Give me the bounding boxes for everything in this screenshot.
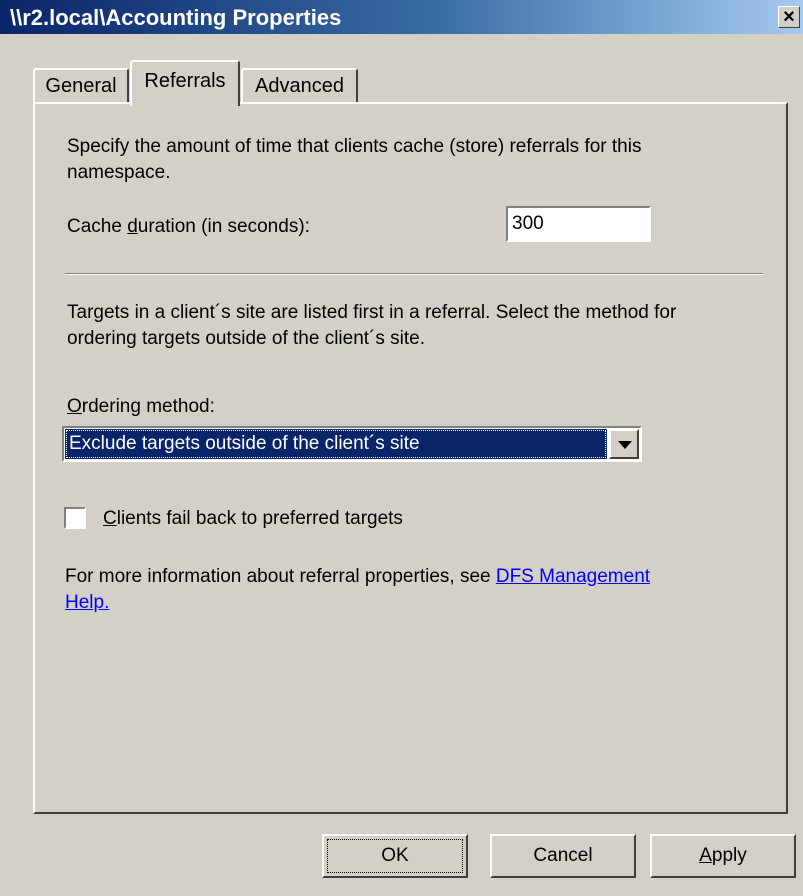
failback-checkbox[interactable]	[64, 507, 86, 529]
cancel-button[interactable]: Cancel	[490, 834, 636, 878]
cache-duration-label: Cache duration (in seconds):	[67, 216, 310, 237]
ordering-method-label: Ordering method:	[67, 396, 215, 417]
section-divider	[65, 273, 763, 275]
targets-description-line2: ordering targets outside of the client´s…	[67, 328, 426, 349]
close-button[interactable]: ×	[778, 6, 800, 28]
help-info-line1: For more information about referral prop…	[65, 564, 650, 590]
help-info-text: For more information about referral prop…	[65, 566, 496, 587]
tab-advanced[interactable]: Advanced	[241, 68, 358, 104]
close-icon: ×	[783, 6, 795, 28]
chevron-down-icon	[618, 441, 632, 449]
ordering-method-select[interactable]: Exclude targets outside of the client´s …	[62, 426, 642, 462]
dropdown-button[interactable]	[609, 429, 639, 459]
apply-button[interactable]: Apply	[650, 834, 796, 878]
failback-label[interactable]: Clients fail back to preferred targets	[103, 506, 403, 532]
cache-duration-input[interactable]	[506, 206, 651, 242]
targets-description-line1: Targets in a client´s site are listed fi…	[67, 302, 677, 323]
tab-referrals-label: Referrals	[144, 70, 226, 92]
cache-description-line1: Specify the amount of time that clients …	[67, 136, 642, 157]
ordering-method-selected-value: Exclude targets outside of the client´s …	[65, 429, 607, 459]
tab-referrals[interactable]: Referrals	[130, 60, 240, 106]
title-bar: \\r2.local\Accounting Properties ×	[0, 0, 803, 34]
help-link-continued[interactable]: Help.	[65, 592, 109, 613]
referrals-panel: Specify the amount of time that clients …	[33, 102, 788, 814]
help-info-line2: Help.	[65, 590, 109, 616]
help-link[interactable]: DFS Management	[496, 566, 650, 587]
tab-advanced-label: Advanced	[255, 75, 344, 97]
window-title: \\r2.local\Accounting Properties	[10, 5, 342, 30]
cache-description-line2: namespace.	[67, 162, 171, 183]
tab-general[interactable]: General	[33, 68, 129, 104]
ok-button[interactable]: OK	[322, 834, 468, 878]
tab-general-label: General	[45, 75, 117, 97]
